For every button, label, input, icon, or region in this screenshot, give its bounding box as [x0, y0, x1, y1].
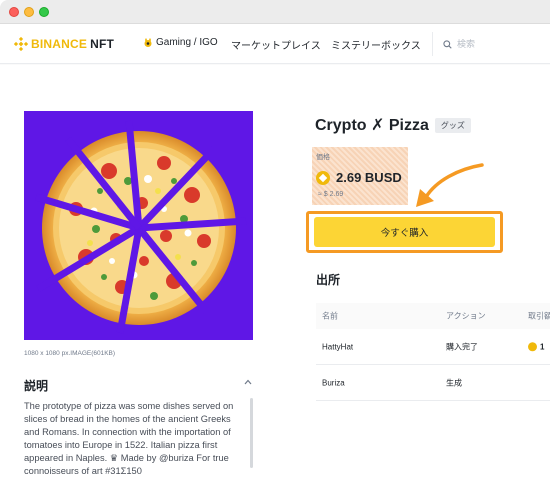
- price-usd: ≈ $ 2.69: [318, 191, 344, 198]
- busd-coin-icon: [528, 342, 537, 352]
- category-badge[interactable]: グッズ: [434, 117, 471, 133]
- binance-logo-icon: [14, 37, 28, 51]
- provenance-table: 名前 アクション 取引額 HattyHat 購入完了 1 Buriza 生成: [316, 303, 550, 401]
- column-header-action: アクション: [446, 311, 486, 321]
- nft-image[interactable]: [24, 111, 253, 340]
- row-name[interactable]: HattyHat: [322, 342, 353, 351]
- table-row: Buriza 生成: [316, 365, 550, 401]
- row-action: 購入完了: [446, 342, 478, 351]
- row-name[interactable]: Buriza: [322, 378, 345, 387]
- nav-gaming-igo[interactable]: Gaming / IGO: [143, 37, 218, 48]
- row-amount: 1: [528, 342, 545, 352]
- column-header-name: 名前: [322, 311, 338, 321]
- description-text: The prototype of pizza was some dishes s…: [24, 401, 234, 476]
- top-navbar: BINANCE NFT Gaming / IGO マーケットプレイス ミステリーボ…: [0, 24, 550, 64]
- zoom-window-button[interactable]: [39, 7, 49, 17]
- price-main: 2.69 BUSD: [316, 170, 402, 185]
- search-box[interactable]: [432, 32, 550, 56]
- description-title: 説明: [24, 379, 49, 393]
- row-amount-value: 1: [540, 342, 545, 352]
- minimize-window-button[interactable]: [24, 7, 34, 17]
- description-header[interactable]: 説明: [24, 377, 254, 393]
- price-value: 2.69 BUSD: [336, 170, 402, 185]
- logo-product-text: NFT: [90, 37, 115, 51]
- logo-brand-text: BINANCE: [31, 37, 88, 51]
- pointer-arrow-icon: [416, 163, 484, 207]
- pizza-artwork: [34, 120, 247, 334]
- binance-nft-logo[interactable]: BINANCE NFT: [14, 37, 114, 51]
- close-window-button[interactable]: [9, 7, 19, 17]
- table-header: 名前 アクション 取引額: [316, 303, 550, 329]
- chevron-up-icon[interactable]: [244, 379, 252, 385]
- description-scrollbar[interactable]: [250, 398, 253, 468]
- nav-mystery-box[interactable]: ミステリーボックス: [331, 37, 421, 52]
- nav-gaming-label: Gaming / IGO: [156, 37, 218, 48]
- product-title-row: Crypto ✗ Pizza グッズ: [315, 115, 471, 135]
- column-header-amount: 取引額: [528, 311, 550, 321]
- search-input[interactable]: [457, 39, 537, 49]
- nft-detail-page: 1080 x 1080 px.IMAGE(601KB) 説明 The proto…: [0, 65, 550, 480]
- gaming-icon: [144, 38, 152, 47]
- row-action: 生成: [446, 378, 462, 387]
- table-row: HattyHat 購入完了 1: [316, 329, 550, 365]
- price-box: 価格 2.69 BUSD ≈ $ 2.69: [312, 147, 408, 205]
- search-icon: [443, 39, 452, 49]
- window-titlebar: [0, 0, 550, 24]
- provenance-title: 出所: [316, 273, 341, 287]
- price-label: 価格: [316, 154, 330, 161]
- busd-coin-icon: [316, 170, 330, 185]
- nav-marketplace[interactable]: マーケットプレイス: [231, 37, 321, 52]
- product-title: Crypto ✗ Pizza: [315, 117, 429, 134]
- image-meta: 1080 x 1080 px.IMAGE(601KB): [24, 350, 116, 357]
- browser-window: BINANCE NFT Gaming / IGO マーケットプレイス ミステリーボ…: [0, 0, 550, 480]
- buy-now-button[interactable]: 今すぐ購入: [314, 217, 495, 247]
